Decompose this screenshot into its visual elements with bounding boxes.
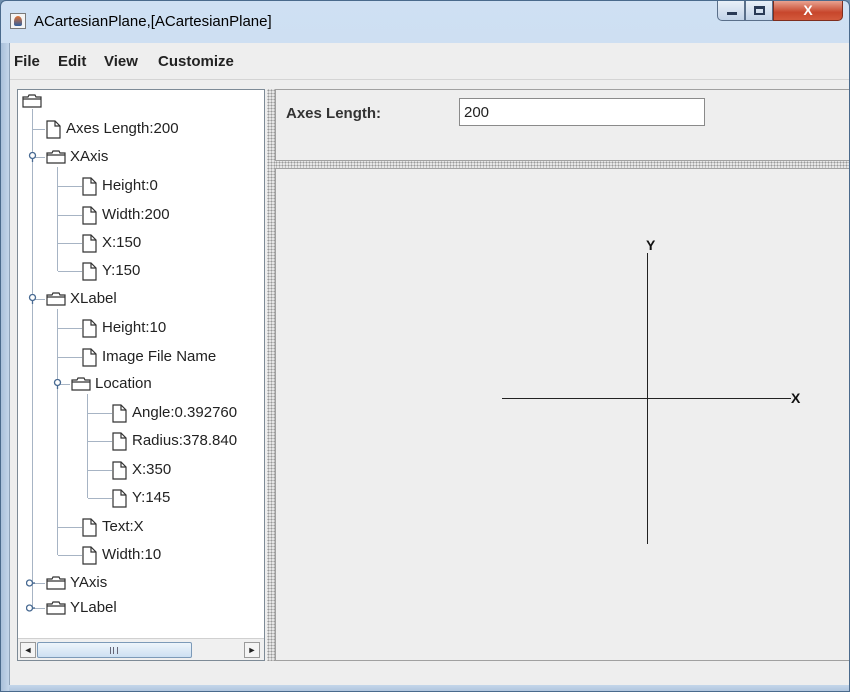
file-icon [46,119,61,139]
tree-item-xlabel-width[interactable]: Width:10 [82,544,161,566]
property-editor-panel: Axes Length: 200 [275,89,849,161]
tree-item-label: Height:10 [102,319,167,336]
menu-customize[interactable]: Customize [158,53,234,70]
tree-item-label: YAxis [70,574,108,591]
tree-item-yaxis[interactable]: YAxis [46,572,107,594]
menu-bar: File Edit View Customize [10,43,849,80]
file-icon [112,460,127,480]
tree-item-label: X:150 [102,234,142,251]
tree-item-label: Y:150 [102,262,141,279]
collapsed-handle-icon[interactable] [26,603,35,613]
tree-item-xaxis[interactable]: XAxis [46,146,108,168]
file-icon [82,261,97,281]
window-bottom-border [1,685,849,691]
tree-item-location-x[interactable]: X:350 [112,459,171,481]
tree-item-xaxis-width[interactable]: Width:200 [82,204,170,226]
expanded-handle-icon[interactable] [28,294,37,304]
tree-item-xlabel[interactable]: XLabel [46,288,117,310]
file-icon [82,517,97,537]
tree-item-label: XLabel [70,290,117,307]
file-icon [82,347,97,367]
collapsed-handle-icon[interactable] [26,578,35,588]
maximize-icon [754,6,765,15]
tree-item-xaxis-y[interactable]: Y:150 [82,260,140,282]
tree-item-label: Angle:0.392760 [132,404,238,421]
tree-item-xaxis-height[interactable]: Height:0 [82,175,158,197]
minimize-icon [727,12,737,15]
folder-icon [46,150,66,164]
window-left-border [1,43,9,691]
file-icon [112,488,127,508]
y-axis-label: Y [646,237,656,253]
title-bar[interactable]: ACartesianPlane,[ACartesianPlane] X [1,1,849,43]
tree-root[interactable] [22,90,46,112]
file-icon [82,233,97,253]
menu-file[interactable]: File [14,53,40,70]
tree-item-ylabel[interactable]: YLabel [46,597,117,619]
tree-item-label: Text:X [102,518,144,535]
file-icon [82,205,97,225]
tree-item-label: YLabel [70,599,117,616]
file-icon [82,176,97,196]
tree-item-text[interactable]: Text:X [82,516,144,538]
vertical-split-divider[interactable] [267,89,275,661]
tree-item-xlabel-height[interactable]: Height:10 [82,317,166,339]
cartesian-plane-canvas[interactable]: X Y [275,168,849,661]
java-app-icon[interactable] [10,13,26,29]
tree-item-label: Y:145 [132,489,171,506]
y-axis-line [647,253,648,544]
folder-icon [22,94,42,108]
folder-icon [46,601,66,615]
axes-length-input[interactable]: 200 [459,98,705,126]
file-icon [82,545,97,565]
file-icon [112,403,127,423]
window-title: ACartesianPlane,[ACartesianPlane] [34,13,272,30]
folder-icon [71,377,91,391]
tree-item-axes-length[interactable]: Axes Length:200 [46,118,179,140]
tree-item-location-y[interactable]: Y:145 [112,487,170,509]
grip-icon [110,647,118,654]
application-window: ACartesianPlane,[ACartesianPlane] X File… [0,0,850,692]
tree-item-label: Width:200 [102,206,170,223]
tree-item-label: Width:10 [102,546,162,563]
folder-icon [46,292,66,306]
tree-item-label: X:350 [132,461,172,478]
tree-item-label: Height:0 [102,177,158,194]
expanded-handle-icon[interactable] [28,152,37,162]
close-button[interactable]: X [773,1,843,21]
tree-item-label: Radius:378.840 [132,432,238,449]
scroll-right-arrow-icon[interactable]: ► [244,642,260,658]
menu-view[interactable]: View [104,53,138,70]
x-axis-label: X [791,390,801,406]
scroll-left-arrow-icon[interactable]: ◄ [20,642,36,658]
close-icon: X [803,2,813,18]
file-icon [82,318,97,338]
folder-icon [46,576,66,590]
scrollbar-thumb[interactable] [37,642,192,658]
tree-item-label: XAxis [70,148,109,165]
tree-item-label: Image File Name [102,348,217,365]
menu-edit[interactable]: Edit [58,53,86,70]
object-tree[interactable]: Axes Length:200 XAxis Height:0 Width:200… [17,89,265,661]
tree-item-xaxis-x[interactable]: X:150 [82,232,141,254]
maximize-button[interactable] [745,1,773,21]
tree-item-location[interactable]: Location [71,373,152,395]
file-icon [112,431,127,451]
tree-horizontal-scrollbar[interactable]: ◄ ► [18,638,264,660]
tree-item-radius[interactable]: Radius:378.840 [112,430,237,452]
horizontal-split-divider[interactable] [275,161,849,168]
tree-item-label: Axes Length:200 [66,120,179,137]
expanded-handle-icon[interactable] [53,379,62,389]
tree-item-image-file-name[interactable]: Image File Name [82,346,216,368]
minimize-button[interactable] [717,1,745,21]
tree-item-angle[interactable]: Angle:0.392760 [112,402,237,424]
tree-item-label: Location [95,375,152,392]
axes-length-label: Axes Length: [286,105,382,122]
